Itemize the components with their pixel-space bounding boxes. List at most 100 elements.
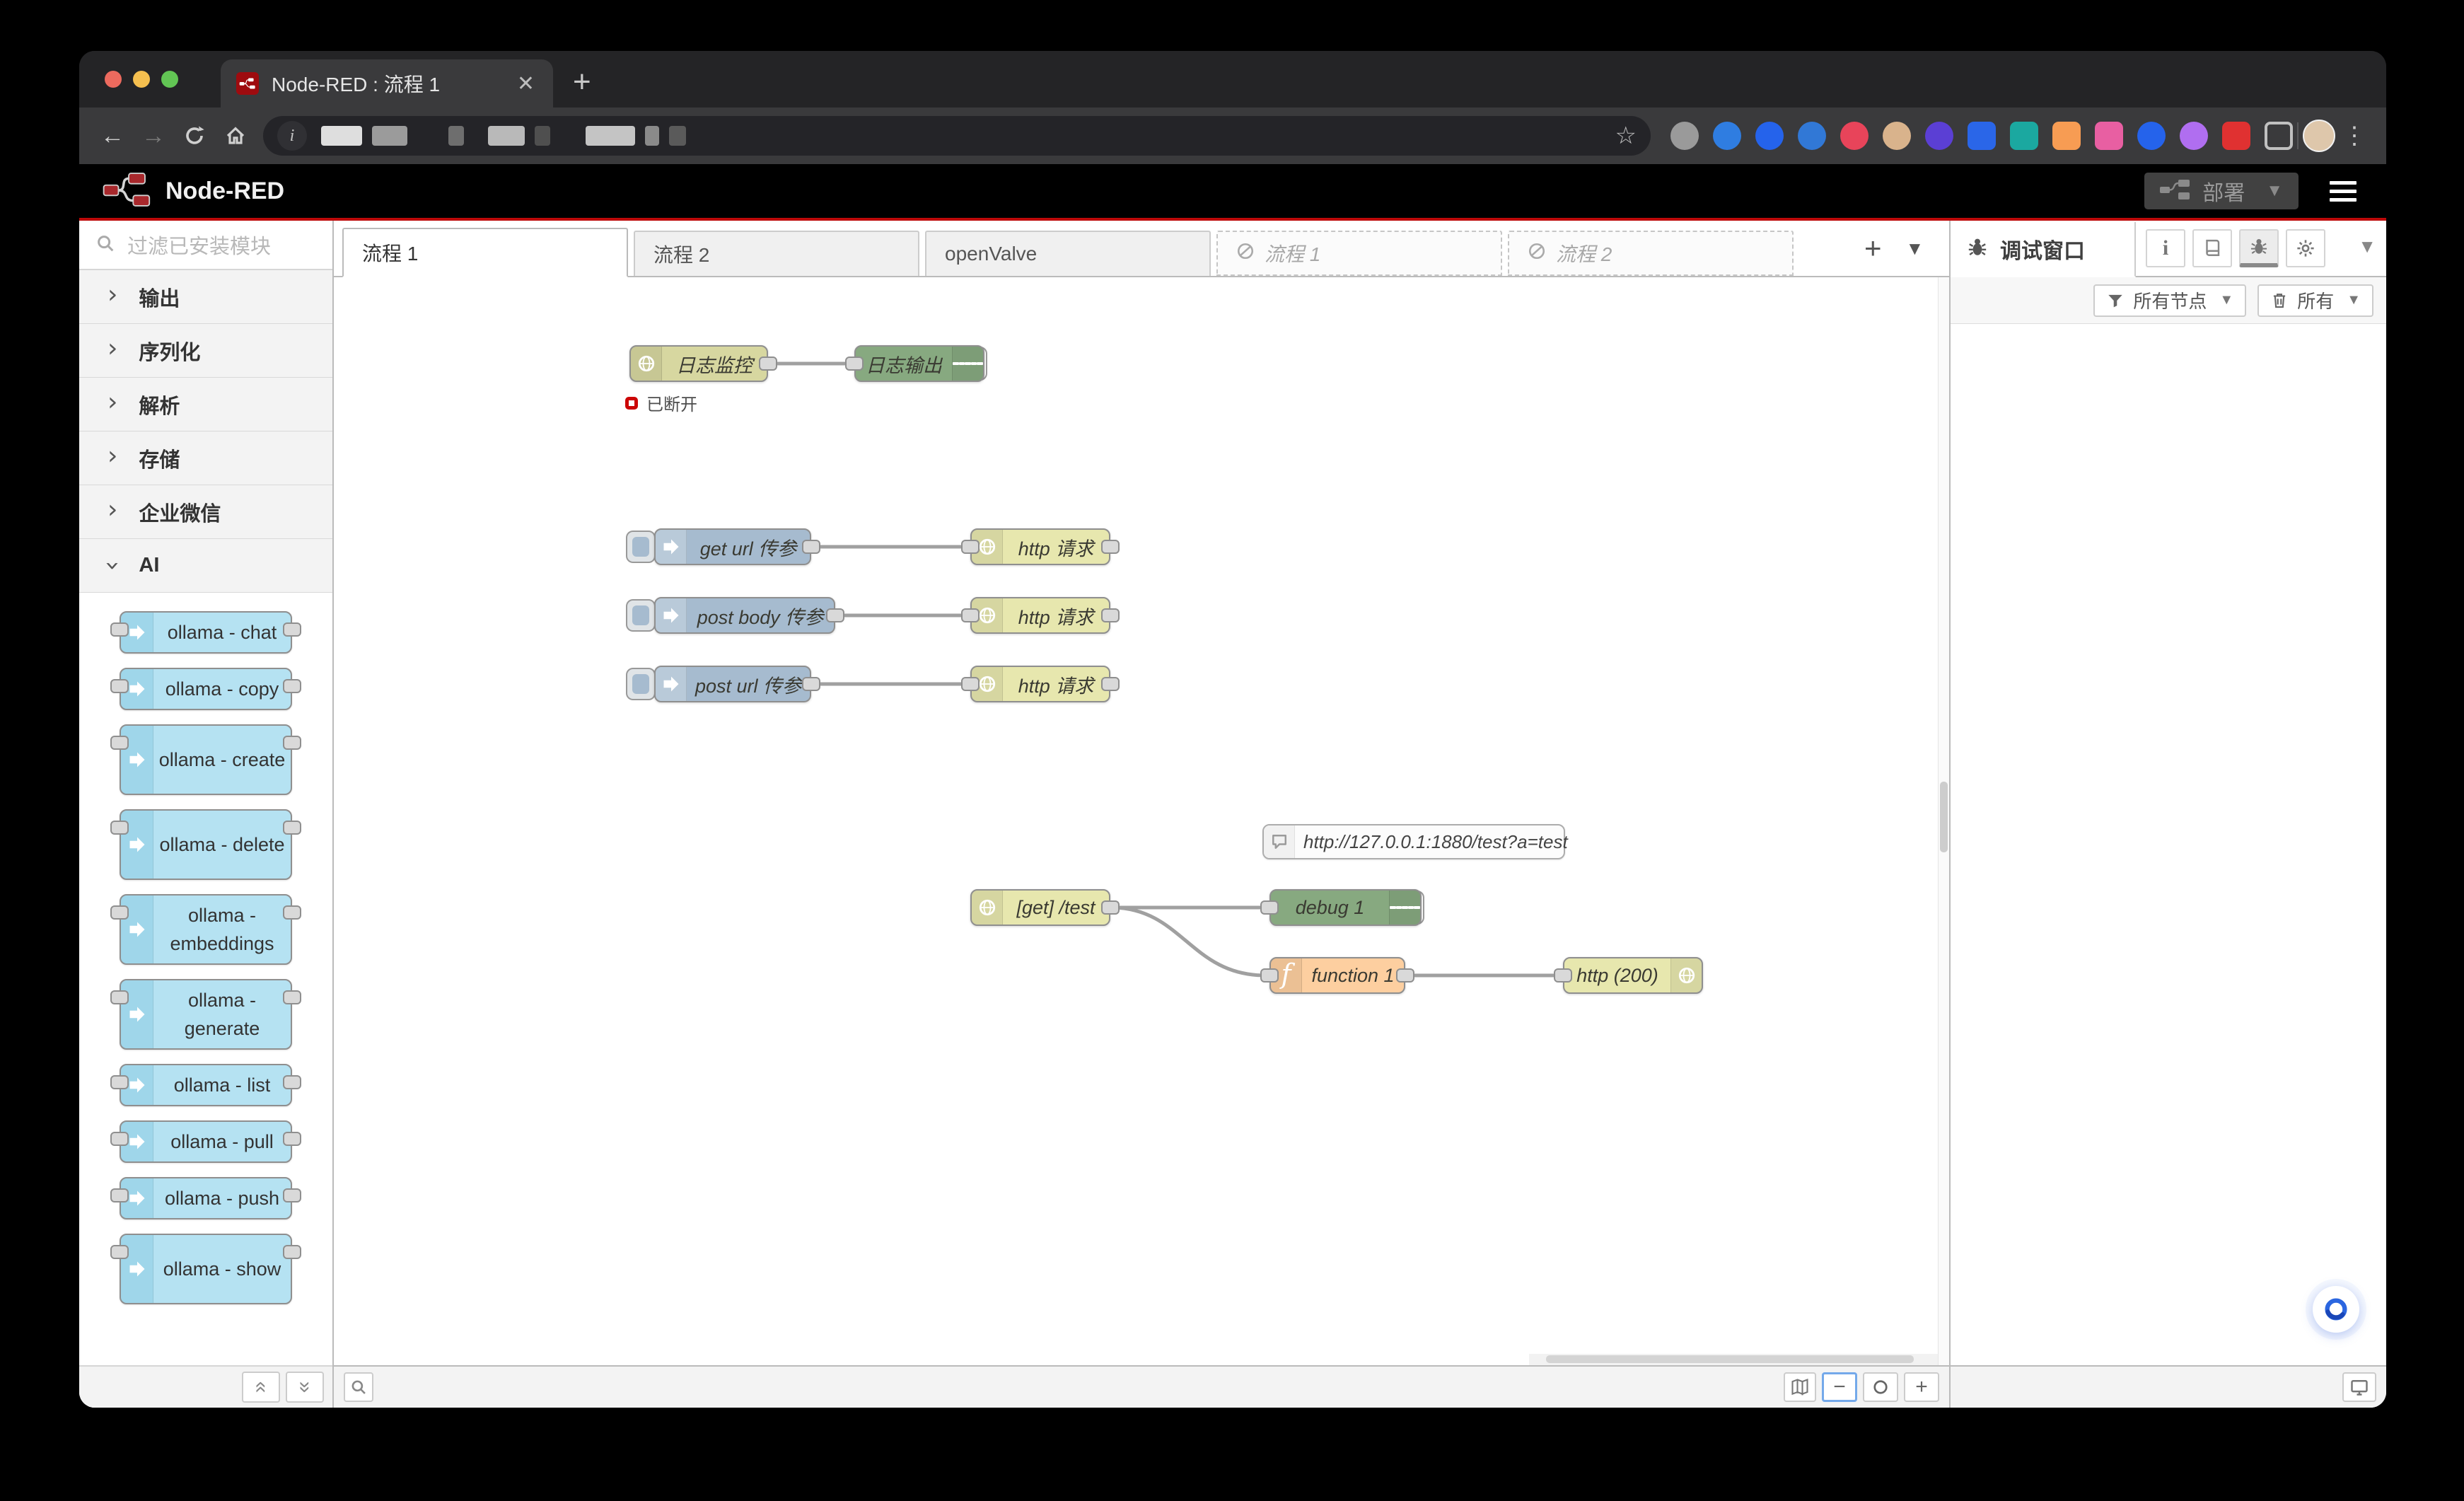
open-debug-window-button[interactable]: [2342, 1372, 2376, 1402]
palette-node[interactable]: ollama - copy: [120, 668, 292, 710]
flow-tab-3[interactable]: 流程 1: [1216, 231, 1502, 276]
inject-button[interactable]: [626, 668, 656, 700]
deploy-button[interactable]: 部署 ▼: [2144, 173, 2299, 209]
canvas-horizontal-scrollbar[interactable]: [1529, 1354, 1938, 1365]
blue-globe-icon[interactable]: [1798, 122, 1826, 150]
input-port[interactable]: [961, 608, 980, 622]
main-menu-icon[interactable]: [2330, 181, 2357, 202]
translate-icon[interactable]: [2095, 122, 2123, 150]
canvas-search-button[interactable]: [344, 1372, 373, 1402]
debug-message-list[interactable]: [1951, 324, 2386, 1365]
output-port[interactable]: [1101, 677, 1120, 691]
output-port[interactable]: [1101, 540, 1120, 554]
s-swirl-icon[interactable]: [1755, 122, 1784, 150]
node-http-response[interactable]: http (200): [1563, 957, 1703, 994]
node-http-request-3[interactable]: http 请求: [970, 666, 1110, 702]
input-port[interactable]: [845, 357, 864, 371]
browser-tab[interactable]: Node-RED : 流程 1 ✕: [221, 59, 553, 108]
input-port[interactable]: [961, 677, 980, 691]
palette-category-1[interactable]: ›序列化: [79, 324, 332, 378]
palette-category-3[interactable]: ›存储: [79, 431, 332, 485]
zoom-reset-button[interactable]: [1863, 1372, 1898, 1402]
back-icon[interactable]: ←: [92, 115, 133, 156]
new-tab-button[interactable]: +: [573, 66, 591, 98]
palette-node[interactable]: ollama - push: [120, 1177, 292, 1219]
flow-tab-1[interactable]: 流程 2: [634, 231, 919, 276]
output-port[interactable]: [1396, 968, 1414, 983]
node-inject-post-body[interactable]: post body 传参: [654, 597, 835, 634]
palette-node[interactable]: ollama - list: [120, 1064, 292, 1106]
close-window-button[interactable]: [105, 71, 122, 88]
node-log-output[interactable]: 日志输出: [854, 345, 984, 382]
chart-icon[interactable]: [2010, 122, 2038, 150]
inject-button[interactable]: [626, 531, 656, 563]
palette-search[interactable]: 过滤已安装模块: [79, 221, 332, 270]
forward-icon[interactable]: →: [133, 115, 174, 156]
debug-filter-button[interactable]: 所有节点 ▼: [2093, 284, 2246, 317]
help-tab-button[interactable]: [2192, 229, 2232, 267]
purple-swirl-icon[interactable]: [2180, 122, 2208, 150]
palette-node[interactable]: ollama - delete: [120, 809, 292, 880]
input-port[interactable]: [1260, 968, 1279, 983]
expand-all-categories-button[interactable]: »: [286, 1372, 324, 1403]
palette-category-4[interactable]: ›企业微信: [79, 485, 332, 539]
output-port[interactable]: [1101, 900, 1120, 915]
zoom-out-button[interactable]: −: [1822, 1372, 1857, 1402]
palette-category-2[interactable]: ›解析: [79, 378, 332, 431]
node-http-in[interactable]: [get] /test: [970, 889, 1110, 926]
palette-node[interactable]: ollama - create: [120, 724, 292, 795]
debug-clear-button[interactable]: 所有 ▼: [2257, 284, 2373, 317]
purple-bot-icon[interactable]: [1925, 122, 1953, 150]
palette-node[interactable]: ollama - pull: [120, 1120, 292, 1163]
send-icon[interactable]: [1670, 122, 1699, 150]
tab-close-icon[interactable]: ✕: [514, 71, 537, 96]
profile-avatar[interactable]: [2303, 120, 2335, 152]
input-port[interactable]: [961, 540, 980, 554]
node-http-request-1[interactable]: http 请求: [970, 528, 1110, 565]
add-flow-icon[interactable]: +: [1864, 233, 1882, 263]
node-comment[interactable]: http://127.0.0.1:1880/test?a=test: [1262, 824, 1565, 859]
info-tab-button[interactable]: i: [2146, 229, 2185, 267]
flow-tab-4[interactable]: 流程 2: [1508, 231, 1794, 276]
deploy-caret-icon[interactable]: ▼: [2266, 181, 2283, 201]
site-info-icon[interactable]: i: [277, 121, 307, 151]
output-port[interactable]: [1101, 608, 1120, 622]
flow-canvas[interactable]: 日志监控 已断开 日志输出: [334, 277, 1949, 1365]
inject-button[interactable]: [626, 599, 656, 632]
bookmark-star-icon[interactable]: ☆: [1615, 122, 1637, 150]
palette-scroll[interactable]: ›输出›序列化›解析›存储›企业微信›AI ollama - chatollam…: [79, 270, 332, 1365]
node-debug-1[interactable]: debug 1: [1269, 889, 1422, 926]
pocket-icon[interactable]: [1840, 122, 1869, 150]
home-icon[interactable]: [215, 115, 256, 156]
blue-ring-icon[interactable]: [2137, 122, 2166, 150]
palette-node[interactable]: ollama - chat: [120, 611, 292, 654]
ai-assistant-floating-button[interactable]: [2313, 1286, 2359, 1333]
red-doc-icon[interactable]: [2222, 122, 2250, 150]
debug-tab-button[interactable]: [2239, 229, 2279, 267]
minimize-window-button[interactable]: [133, 71, 150, 88]
reload-icon[interactable]: [174, 115, 215, 156]
input-port[interactable]: [1554, 968, 1572, 983]
monkey-icon[interactable]: [1883, 122, 1911, 150]
flow-tab-0[interactable]: 流程 1: [342, 228, 628, 277]
palette-node[interactable]: ollama - embeddings: [120, 894, 292, 965]
output-port[interactable]: [826, 608, 844, 622]
navigator-map-button[interactable]: [1784, 1372, 1816, 1402]
flow-list-caret-icon[interactable]: ▼: [1906, 238, 1924, 260]
doc-lock-icon[interactable]: [1968, 122, 1996, 150]
config-tab-button[interactable]: [2286, 229, 2325, 267]
output-port[interactable]: [802, 677, 820, 691]
input-port[interactable]: [1260, 900, 1279, 915]
orange-flame-icon[interactable]: [2052, 122, 2081, 150]
collapse-all-categories-button[interactable]: «: [242, 1372, 280, 1403]
url-bar[interactable]: i ☆: [263, 116, 1651, 156]
node-inject-post-url[interactable]: post url 传参: [654, 666, 811, 702]
puzzle-icon[interactable]: [2265, 122, 2293, 150]
node-function-1[interactable]: f function 1: [1269, 957, 1405, 994]
output-port[interactable]: [759, 357, 777, 371]
sidebar-options-caret-icon[interactable]: ▼: [2358, 236, 2376, 257]
palette-category-5[interactable]: ›AI: [79, 539, 332, 593]
tab-debug-window[interactable]: 调试窗口: [1951, 222, 2136, 277]
flow-tab-2[interactable]: openValve: [925, 231, 1211, 276]
blue-drop-icon[interactable]: [1713, 122, 1741, 150]
